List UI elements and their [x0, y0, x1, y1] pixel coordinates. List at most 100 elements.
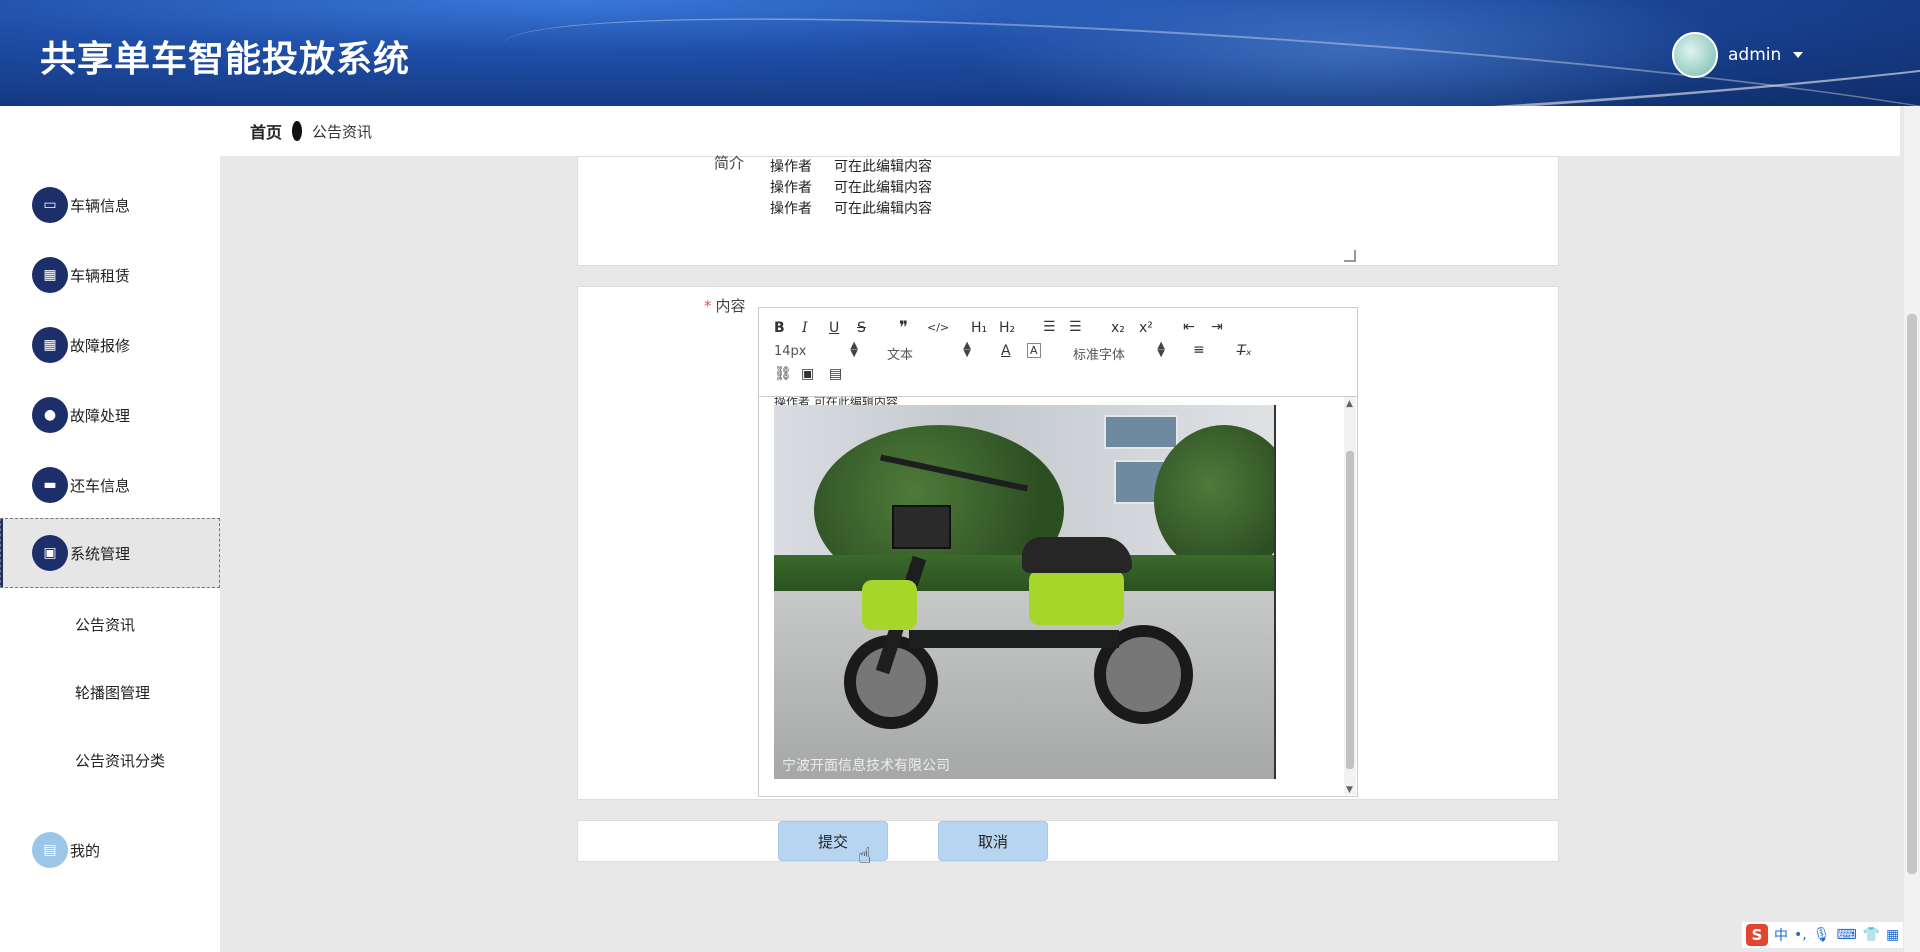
- grid-icon: ▦: [32, 257, 68, 293]
- monitor-icon: ▭: [32, 187, 68, 223]
- sogou-logo-icon[interactable]: S: [1746, 924, 1768, 946]
- video-icon[interactable]: ▤: [829, 366, 842, 382]
- sidebar-item-fault-handling[interactable]: ● 故障处理: [0, 380, 220, 450]
- underline-button[interactable]: U: [829, 320, 839, 336]
- ime-punct[interactable]: •,: [1794, 927, 1807, 943]
- sidebar-item-label: 车辆租赁: [70, 266, 131, 285]
- submit-button[interactable]: 提交: [778, 821, 888, 861]
- microphone-icon[interactable]: 🎙: [1813, 927, 1831, 943]
- rich-text-editor[interactable]: B I U S ❞ </> H₁ H₂ ☰ ☰ x₂ x² ⇤ ⇥ 14px ▲…: [758, 307, 1358, 797]
- top-header: 共享单车智能投放系统 admin: [0, 0, 1920, 106]
- select-arrows-icon: ▲ ▼: [963, 340, 971, 359]
- ime-toolbar[interactable]: S 中 •, 🎙 ⌨ 👕 ▦: [1742, 922, 1904, 948]
- textarea-resize-handle[interactable]: [1344, 250, 1356, 262]
- sidebar-item-label: 系统管理: [70, 544, 131, 563]
- avatar[interactable]: [1672, 32, 1718, 78]
- image-seat: [1022, 537, 1132, 573]
- italic-button[interactable]: I: [802, 320, 808, 336]
- sidebar-item-label: 车辆信息: [70, 196, 131, 215]
- image-front-fender: [862, 580, 917, 630]
- profile-icon: ▤: [32, 832, 68, 868]
- scroll-down-icon[interactable]: ▼: [1346, 785, 1353, 795]
- app-title: 共享单车智能投放系统: [40, 39, 411, 80]
- breadcrumb-home[interactable]: 首页: [250, 119, 282, 143]
- breadcrumb-separator-icon: [292, 121, 303, 141]
- breadcrumb: 首页 公告资讯: [220, 106, 1900, 156]
- ordered-list-icon[interactable]: ☰: [1043, 319, 1056, 335]
- clear-format-button[interactable]: T̶ₓ: [1237, 343, 1252, 359]
- sidebar-item-label: 还车信息: [70, 476, 131, 495]
- code-block-button[interactable]: </>: [927, 321, 949, 334]
- image-window: [1104, 415, 1178, 449]
- outdent-icon[interactable]: ⇤: [1183, 319, 1195, 335]
- heading2-button[interactable]: H₂: [999, 320, 1015, 336]
- sidebar-item-return-info[interactable]: ▬ 还车信息: [0, 450, 220, 520]
- sidebar-item-fault-report[interactable]: ▦ 故障报修: [0, 310, 220, 380]
- page-scrollbar[interactable]: [1904, 106, 1920, 952]
- location-pin-icon: ●: [32, 397, 68, 433]
- apps-grid-icon[interactable]: ▦: [1886, 927, 1899, 943]
- return-icon: ▬: [32, 467, 68, 503]
- sidebar-subitem-carousel[interactable]: 轮播图管理: [75, 682, 150, 703]
- indent-icon[interactable]: ⇥: [1211, 319, 1223, 335]
- editor-scrollbar[interactable]: ▲ ▼: [1344, 397, 1356, 795]
- required-marker: *: [704, 297, 712, 315]
- keyboard-icon[interactable]: ⌨: [1837, 927, 1857, 943]
- intro-role: 操作者: [770, 201, 812, 217]
- sidebar-item-vehicle-info[interactable]: ▭ 车辆信息: [0, 170, 220, 240]
- paragraph-select[interactable]: 文本 ▲ ▼: [887, 340, 971, 364]
- intro-text: 可在此编辑内容: [834, 180, 932, 196]
- intro-role: 操作者: [770, 159, 812, 175]
- hand-cursor-icon: ☝: [858, 844, 872, 869]
- link-icon[interactable]: ⛓: [774, 366, 792, 382]
- paragraph-value: 文本: [887, 348, 914, 363]
- content-label: * 内容: [704, 295, 746, 316]
- page-scroll-thumb[interactable]: [1907, 314, 1917, 874]
- font-size-select[interactable]: 14px ▲ ▼: [774, 340, 858, 360]
- editor-scroll-thumb[interactable]: [1346, 451, 1354, 769]
- editor-content[interactable]: 操作者 可在此编辑内容 宁波开面信息技术有限公司: [759, 397, 1357, 796]
- content-label-text: 内容: [715, 297, 746, 315]
- superscript-button[interactable]: x²: [1139, 320, 1153, 336]
- image-watermark: 宁波开面信息技术有限公司: [782, 758, 950, 774]
- subscript-button[interactable]: x₂: [1111, 320, 1125, 336]
- bold-button[interactable]: B: [774, 320, 785, 336]
- image-icon[interactable]: ▣: [801, 366, 814, 382]
- editor-toolbar: B I U S ❞ </> H₁ H₂ ☰ ☰ x₂ x² ⇤ ⇥ 14px ▲…: [759, 308, 1357, 397]
- sidebar-subitem-announcement-categories[interactable]: 公告资讯分类: [75, 750, 165, 771]
- strikethrough-button[interactable]: S: [857, 320, 866, 336]
- font-family-select[interactable]: 标准字体 ▲ ▼: [1073, 340, 1165, 364]
- sidebar-item-label: 故障报修: [70, 336, 131, 355]
- select-arrows-icon: ▲ ▼: [1157, 340, 1165, 359]
- user-menu[interactable]: admin: [1672, 32, 1804, 78]
- select-arrows-icon: ▲ ▼: [850, 340, 858, 359]
- scroll-up-icon[interactable]: ▲: [1346, 399, 1353, 409]
- breadcrumb-current: 公告资讯: [312, 122, 373, 141]
- image-deck: [909, 630, 1119, 648]
- intro-text: 可在此编辑内容: [834, 201, 932, 217]
- sidebar-item-vehicle-info[interactable]: [0, 106, 220, 176]
- username[interactable]: admin: [1728, 45, 1781, 65]
- image-basket: [892, 505, 951, 549]
- sidebar-subitem-announcements[interactable]: 公告资讯: [75, 614, 135, 635]
- sidebar-item-label: 我的: [70, 841, 101, 860]
- font-family-value: 标准字体: [1073, 348, 1126, 363]
- skin-icon[interactable]: 👕: [1863, 927, 1880, 943]
- chevron-down-icon[interactable]: [1793, 52, 1804, 58]
- bike-image[interactable]: 宁波开面信息技术有限公司: [774, 405, 1276, 779]
- quote-button[interactable]: ❞: [899, 318, 908, 338]
- heading1-button[interactable]: H₁: [971, 320, 987, 336]
- sidebar-item-vehicle-rental[interactable]: ▦ 车辆租赁: [0, 240, 220, 310]
- clipboard-icon: ▣: [32, 535, 68, 571]
- background-color-icon[interactable]: A: [1027, 343, 1041, 358]
- sidebar-item-mine[interactable]: ▤ 我的: [0, 815, 220, 885]
- cancel-button[interactable]: 取消: [938, 821, 1048, 861]
- ime-lang[interactable]: 中: [1774, 925, 1788, 945]
- grid-icon: ▦: [32, 327, 68, 363]
- align-icon[interactable]: ≡: [1193, 342, 1205, 358]
- font-size-value: 14px: [774, 344, 807, 359]
- sidebar-item-system-management[interactable]: ▣ 系统管理: [0, 518, 220, 588]
- font-color-icon[interactable]: A: [1001, 343, 1011, 359]
- bullet-list-icon[interactable]: ☰: [1069, 319, 1082, 335]
- intro-line: 操作者 可在此编辑内容: [770, 177, 932, 197]
